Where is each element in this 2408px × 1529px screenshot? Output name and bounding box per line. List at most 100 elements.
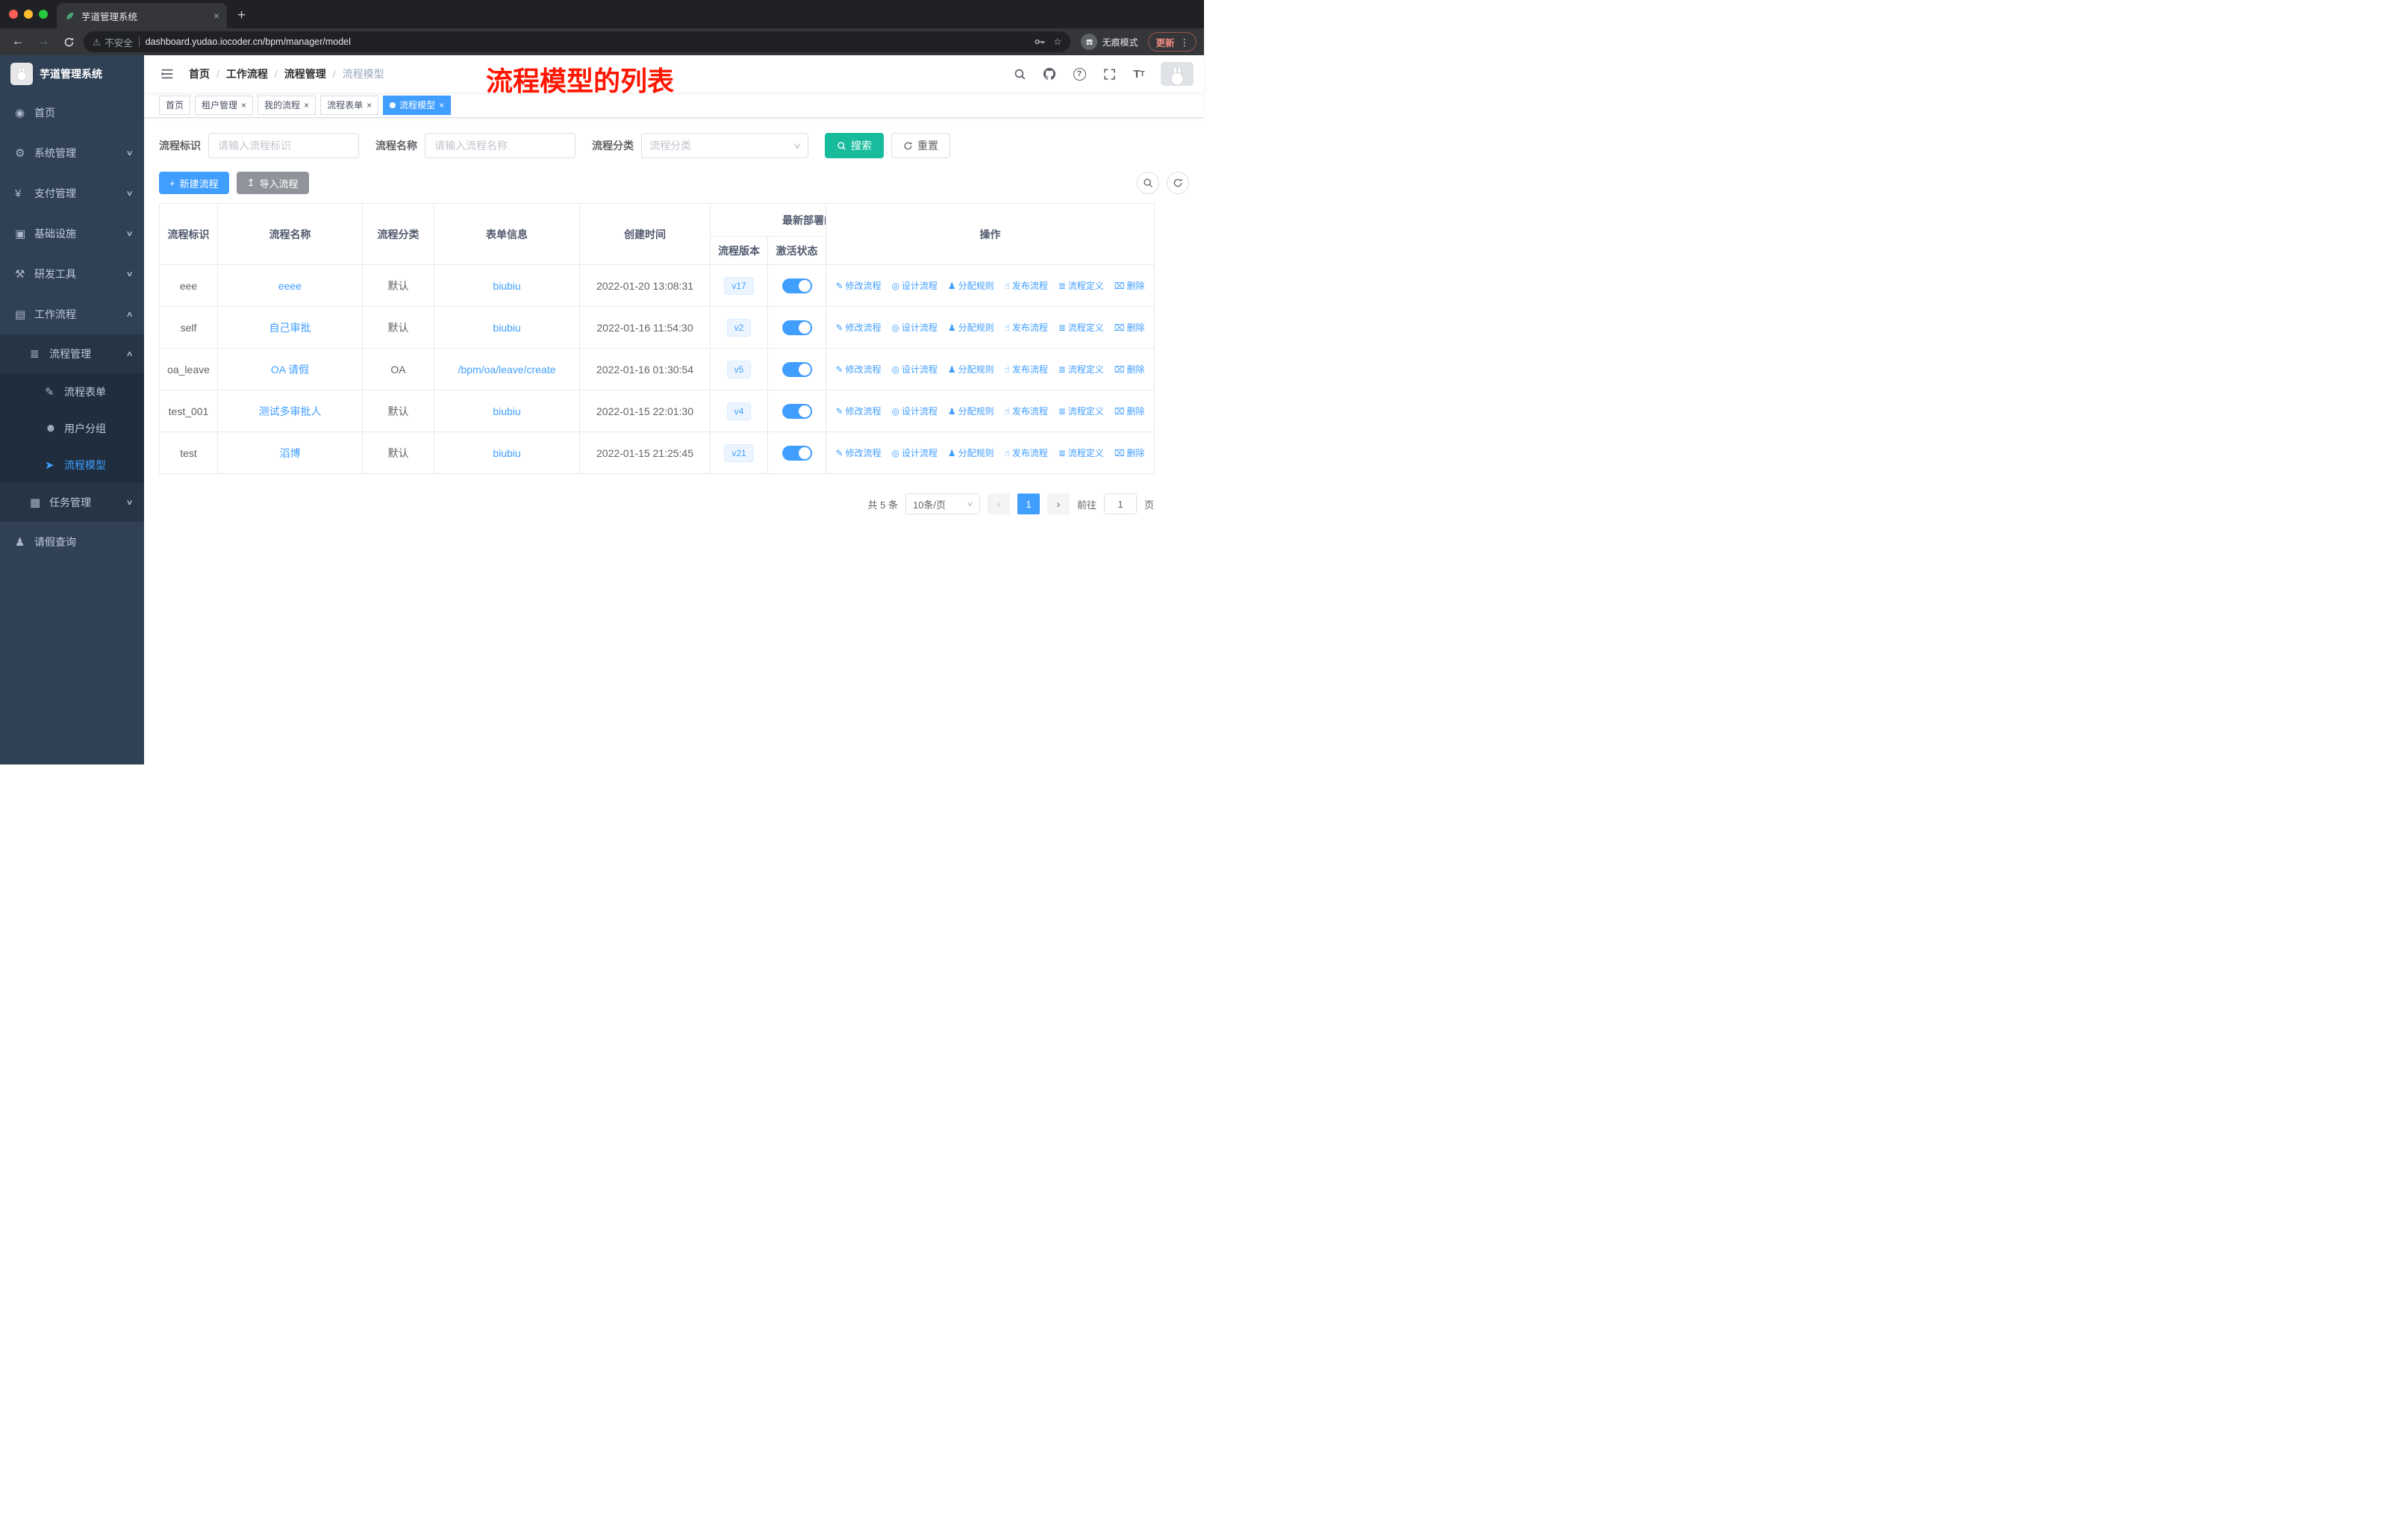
op-publish-process[interactable]: ☝ 发布流程 (1005, 364, 1048, 375)
close-icon[interactable]: × (366, 100, 372, 110)
op-edit-process[interactable]: ✎ 修改流程 (835, 364, 881, 375)
close-icon[interactable]: × (439, 100, 444, 110)
back-button[interactable]: ← (7, 31, 28, 52)
op-process-definition[interactable]: ≣ 流程定义 (1058, 323, 1104, 333)
process-id-input[interactable] (208, 133, 359, 158)
op-assign-rule[interactable]: ♟ 分配规则 (948, 406, 994, 417)
breadcrumb-home[interactable]: 首页 (189, 66, 210, 81)
tag-process-model[interactable]: 流程模型 × (383, 95, 452, 115)
form-info-link[interactable]: biubiu (493, 280, 520, 292)
active-toggle[interactable] (782, 361, 812, 377)
process-name-link[interactable]: OA 请假 (271, 364, 309, 376)
sidebar-item-process-management[interactable]: ≣ 流程管理 ∧ (0, 334, 144, 373)
form-info-link[interactable]: biubiu (493, 405, 520, 417)
next-page-button[interactable]: › (1047, 493, 1070, 514)
op-delete[interactable]: ⌧ 删除 (1114, 323, 1145, 333)
sidebar-item-infrastructure[interactable]: ▣ 基础设施 ∨ (0, 214, 144, 254)
form-info-link[interactable]: biubiu (493, 322, 520, 334)
refresh-table-button[interactable] (1167, 172, 1189, 194)
create-process-button[interactable]: + 新建流程 (159, 172, 229, 194)
github-icon[interactable] (1037, 61, 1062, 87)
op-process-definition[interactable]: ≣ 流程定义 (1058, 448, 1104, 458)
header-search-icon[interactable] (1007, 61, 1032, 87)
help-icon[interactable]: ? (1067, 61, 1092, 87)
sidebar-item-devtools[interactable]: ⚒ 研发工具 ∨ (0, 254, 144, 294)
page-number-1[interactable]: 1 (1017, 493, 1040, 514)
browser-tab[interactable]: 芋道管理系统 × (57, 3, 227, 28)
sidebar-item-workflow[interactable]: ▤ 工作流程 ∧ (0, 294, 144, 334)
close-window-button[interactable] (9, 10, 18, 19)
sidebar-item-process-model[interactable]: ➤ 流程模型 (0, 446, 144, 483)
op-assign-rule[interactable]: ♟ 分配规则 (948, 323, 994, 333)
search-button[interactable]: 搜索 (825, 133, 884, 158)
sidebar-item-user-group[interactable]: ☻ 用户分组 (0, 410, 144, 446)
op-process-definition[interactable]: ≣ 流程定义 (1058, 406, 1104, 417)
process-category-select[interactable]: 流程分类 ∨ (641, 133, 808, 158)
process-name-link[interactable]: eeee (278, 280, 302, 292)
active-toggle[interactable] (782, 403, 812, 419)
form-info-link[interactable]: biubiu (493, 447, 520, 459)
op-publish-process[interactable]: ☝ 发布流程 (1005, 448, 1048, 458)
close-icon[interactable]: × (241, 100, 246, 110)
op-assign-rule[interactable]: ♟ 分配规则 (948, 281, 994, 291)
password-key-icon[interactable] (1034, 36, 1046, 48)
op-publish-process[interactable]: ☝ 发布流程 (1005, 406, 1048, 417)
process-name-input[interactable] (425, 133, 576, 158)
sidebar-item-system[interactable]: ⚙ 系统管理 ∨ (0, 133, 144, 173)
tag-process-form[interactable]: 流程表单 × (320, 95, 379, 115)
sidebar-logo[interactable]: 芋道管理系统 (0, 55, 144, 93)
op-publish-process[interactable]: ☝ 发布流程 (1005, 323, 1048, 333)
sidebar-item-payment[interactable]: ¥ 支付管理 ∨ (0, 173, 144, 214)
goto-page-input[interactable] (1103, 493, 1137, 514)
prev-page-button[interactable]: ‹ (987, 493, 1010, 514)
op-process-definition[interactable]: ≣ 流程定义 (1058, 364, 1104, 375)
minimize-window-button[interactable] (24, 10, 33, 19)
process-name-link[interactable]: 测试多审批人 (259, 405, 322, 417)
toggle-search-button[interactable] (1137, 172, 1159, 194)
browser-update-button[interactable]: 更新 ⋮ (1148, 32, 1197, 52)
op-process-definition[interactable]: ≣ 流程定义 (1058, 281, 1104, 291)
new-tab-button[interactable]: + (237, 7, 246, 24)
op-delete[interactable]: ⌧ 删除 (1114, 448, 1145, 458)
fullscreen-icon[interactable] (1097, 61, 1122, 87)
sidebar-item-task-management[interactable]: ▦ 任务管理 ∨ (0, 483, 144, 522)
op-design-process[interactable]: ◎ 设计流程 (891, 323, 938, 333)
tag-tenant-management[interactable]: 租户管理 × (195, 95, 254, 115)
reset-button[interactable]: 重置 (891, 133, 950, 158)
op-design-process[interactable]: ◎ 设计流程 (891, 281, 938, 291)
breadcrumb-process-management[interactable]: 流程管理 (284, 66, 326, 81)
op-delete[interactable]: ⌧ 删除 (1114, 281, 1145, 291)
tag-my-process[interactable]: 我的流程 × (258, 95, 316, 115)
op-assign-rule[interactable]: ♟ 分配规则 (948, 364, 994, 375)
sidebar-item-process-form[interactable]: ✎ 流程表单 (0, 373, 144, 410)
active-toggle[interactable] (782, 320, 812, 335)
form-info-link[interactable]: /bpm/oa/leave/create (458, 364, 556, 376)
op-edit-process[interactable]: ✎ 修改流程 (835, 281, 881, 291)
active-toggle[interactable] (782, 445, 812, 461)
close-icon[interactable]: × (304, 100, 309, 110)
breadcrumb-workflow[interactable]: 工作流程 (226, 66, 268, 81)
avatar[interactable] (1161, 62, 1194, 86)
op-publish-process[interactable]: ☝ 发布流程 (1005, 281, 1048, 291)
font-size-icon[interactable]: TT (1126, 61, 1152, 87)
op-assign-rule[interactable]: ♟ 分配规则 (948, 448, 994, 458)
op-delete[interactable]: ⌧ 删除 (1114, 364, 1145, 375)
import-process-button[interactable]: ↥ 导入流程 (236, 172, 309, 194)
sidebar-item-leave-query[interactable]: ♟ 请假查询 (0, 522, 144, 562)
op-delete[interactable]: ⌧ 删除 (1114, 406, 1145, 417)
op-design-process[interactable]: ◎ 设计流程 (891, 448, 938, 458)
active-toggle[interactable] (782, 278, 812, 293)
zoom-window-button[interactable] (39, 10, 48, 19)
browser-menu-kebab-icon[interactable]: ⋮ (1180, 37, 1190, 48)
op-edit-process[interactable]: ✎ 修改流程 (835, 448, 881, 458)
security-warning[interactable]: ⚠ 不安全 (93, 35, 133, 49)
tag-home[interactable]: 首页 (159, 95, 191, 115)
op-design-process[interactable]: ◎ 设计流程 (891, 364, 938, 375)
process-name-link[interactable]: 自己审批 (269, 322, 311, 334)
op-edit-process[interactable]: ✎ 修改流程 (835, 323, 881, 333)
sidebar-item-home[interactable]: ◉ 首页 (0, 93, 144, 133)
op-design-process[interactable]: ◎ 设计流程 (891, 406, 938, 417)
op-edit-process[interactable]: ✎ 修改流程 (835, 406, 881, 417)
hamburger-icon[interactable] (156, 63, 178, 85)
process-name-link[interactable]: 滔博 (280, 447, 301, 459)
